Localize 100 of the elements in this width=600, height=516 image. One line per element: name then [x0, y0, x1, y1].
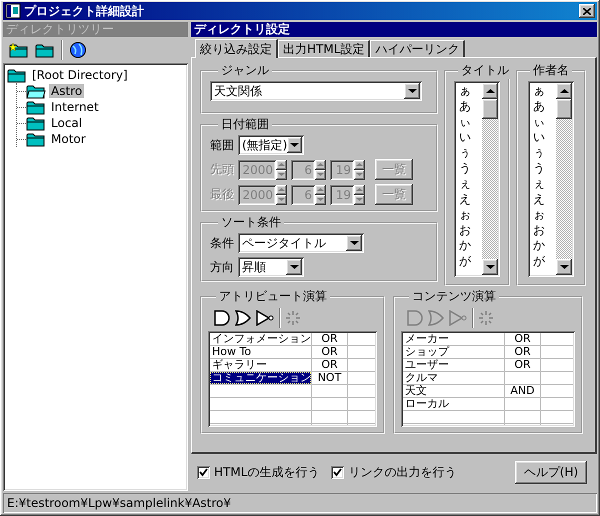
- down-arrow-icon: [290, 143, 300, 147]
- tree-item[interactable]: Astro: [49, 84, 84, 98]
- list-item[interactable]: お: [459, 222, 482, 238]
- field-label: 先頭: [210, 161, 234, 178]
- status-bar: E:¥testroom¥Lpw¥samplelink¥Astro¥: [3, 493, 597, 513]
- list-item[interactable]: が: [533, 254, 556, 269]
- new-folder-icon: [9, 42, 29, 58]
- list-item[interactable]: ぃ: [459, 114, 482, 130]
- close-button[interactable]: [579, 4, 595, 18]
- check-icon: [199, 468, 208, 477]
- tree-item[interactable]: Internet: [49, 100, 101, 114]
- dropdown-button[interactable]: [286, 259, 302, 275]
- list-item[interactable]: あ: [533, 98, 556, 114]
- list-item[interactable]: え: [533, 192, 556, 207]
- tab[interactable]: ハイパーリンク: [370, 40, 466, 57]
- spin-up-button[interactable]: [354, 160, 365, 170]
- list-item[interactable]: ぁ: [533, 83, 556, 98]
- and-gate-button[interactable]: [214, 310, 230, 326]
- dropdown-button[interactable]: [346, 235, 362, 251]
- table-cell-text: OR: [320, 359, 339, 371]
- folder-icon: [35, 42, 55, 58]
- table-cell[interactable]: ギャラリー: [210, 359, 311, 371]
- spin-down-button[interactable]: [354, 170, 365, 180]
- scroll-down-button[interactable]: [482, 259, 498, 275]
- spin-up-button[interactable]: [315, 160, 326, 170]
- table-cell-text: OR: [513, 346, 532, 358]
- folder-button[interactable]: [35, 42, 55, 58]
- down-arrow-icon: [317, 198, 324, 201]
- dropdown-button[interactable]: [287, 137, 302, 153]
- table-cell-text: NOT: [316, 372, 342, 384]
- down-arrow-icon: [356, 173, 363, 176]
- list-item[interactable]: え: [459, 192, 482, 207]
- list-item[interactable]: ぉ: [459, 207, 482, 222]
- list-item[interactable]: う: [533, 160, 556, 176]
- sort-select[interactable]: ページタイトル: [238, 233, 364, 253]
- range-select[interactable]: (無指定): [238, 135, 304, 155]
- group-label: アトリビュート演算: [218, 288, 328, 305]
- list-item[interactable]: ぃ: [533, 114, 556, 130]
- list-item[interactable]: ぇ: [533, 176, 556, 192]
- tab[interactable]: 出力HTML設定: [278, 40, 370, 57]
- table-cell-text: AND: [509, 385, 536, 397]
- kana-list[interactable]: ぁ あ ぃ い ぅ う ぇ え ぉ お か が: [454, 81, 500, 277]
- spin-up-button[interactable]: [276, 184, 287, 194]
- scroll-down-button[interactable]: [556, 259, 572, 275]
- spin-down-button[interactable]: [276, 194, 287, 204]
- list-item[interactable]: ぁ: [459, 83, 482, 98]
- spin-up-button[interactable]: [354, 184, 365, 194]
- list-item[interactable]: ぉ: [533, 207, 556, 222]
- checkbox[interactable]: [331, 466, 344, 479]
- or-gate-button[interactable]: [235, 310, 251, 326]
- list-item[interactable]: お: [533, 222, 556, 238]
- kana-list[interactable]: ぁ あ ぃ い ぅ う ぇ え ぉ お か が: [528, 81, 574, 277]
- down-arrow-icon: [356, 198, 363, 201]
- folder-icon: [7, 68, 27, 82]
- list-item[interactable]: あ: [459, 98, 482, 114]
- checkbox[interactable]: [197, 466, 210, 479]
- scroll-up-button[interactable]: [482, 83, 498, 99]
- globe-button[interactable]: [69, 41, 87, 59]
- tree-item[interactable]: Motor: [49, 132, 88, 146]
- genre-select[interactable]: 天文関係: [210, 81, 422, 101]
- tree-item[interactable]: Local: [49, 116, 84, 130]
- spin-down-button[interactable]: [354, 194, 365, 204]
- app-icon: [5, 3, 21, 19]
- list-item[interactable]: う: [459, 160, 482, 176]
- list-item[interactable]: ぅ: [459, 145, 482, 160]
- tab[interactable]: 絞り込み設定: [195, 39, 278, 58]
- not-gate-button[interactable]: [256, 310, 274, 326]
- scroll-up-button[interactable]: [556, 83, 572, 99]
- table-cell-text: OR: [320, 333, 339, 345]
- up-arrow-icon: [486, 89, 494, 93]
- list-item[interactable]: か: [459, 238, 482, 254]
- new-folder-button[interactable]: [9, 42, 29, 58]
- spin-up-button[interactable]: [276, 160, 287, 170]
- option-checkbox[interactable]: リンクの出力を行う: [331, 464, 456, 481]
- dropdown-button[interactable]: [404, 83, 420, 99]
- up-arrow-icon: [356, 163, 363, 166]
- down-arrow-icon: [560, 265, 568, 269]
- help-button[interactable]: ヘルプ(H): [515, 461, 587, 484]
- list-item[interactable]: ぅ: [533, 145, 556, 160]
- scroll-thumb[interactable]: [556, 99, 572, 119]
- list-item[interactable]: か: [533, 238, 556, 254]
- list-item[interactable]: ぇ: [459, 176, 482, 192]
- spin-down-button[interactable]: [315, 170, 326, 180]
- list-item[interactable]: が: [459, 254, 482, 269]
- spin-down-button[interactable]: [315, 194, 326, 204]
- table-cell-text: OR: [513, 359, 532, 371]
- scroll-thumb[interactable]: [482, 99, 498, 119]
- table-cell[interactable]: インフォメーション: [210, 333, 311, 345]
- field-label: 条件: [210, 234, 234, 252]
- check-icon: [333, 468, 342, 477]
- table-cell[interactable]: How To: [210, 346, 311, 358]
- sort-select[interactable]: 昇順: [238, 257, 304, 277]
- up-arrow-icon: [317, 188, 324, 191]
- spin-down-button[interactable]: [276, 170, 287, 180]
- spin-up-button[interactable]: [315, 184, 326, 194]
- tree-item[interactable]: [Root Directory]: [30, 68, 130, 82]
- option-checkbox[interactable]: HTMLの生成を行う: [197, 464, 320, 481]
- list-item[interactable]: い: [459, 130, 482, 145]
- table-cell[interactable]: コミュニケーション: [210, 372, 311, 384]
- list-item[interactable]: い: [533, 130, 556, 145]
